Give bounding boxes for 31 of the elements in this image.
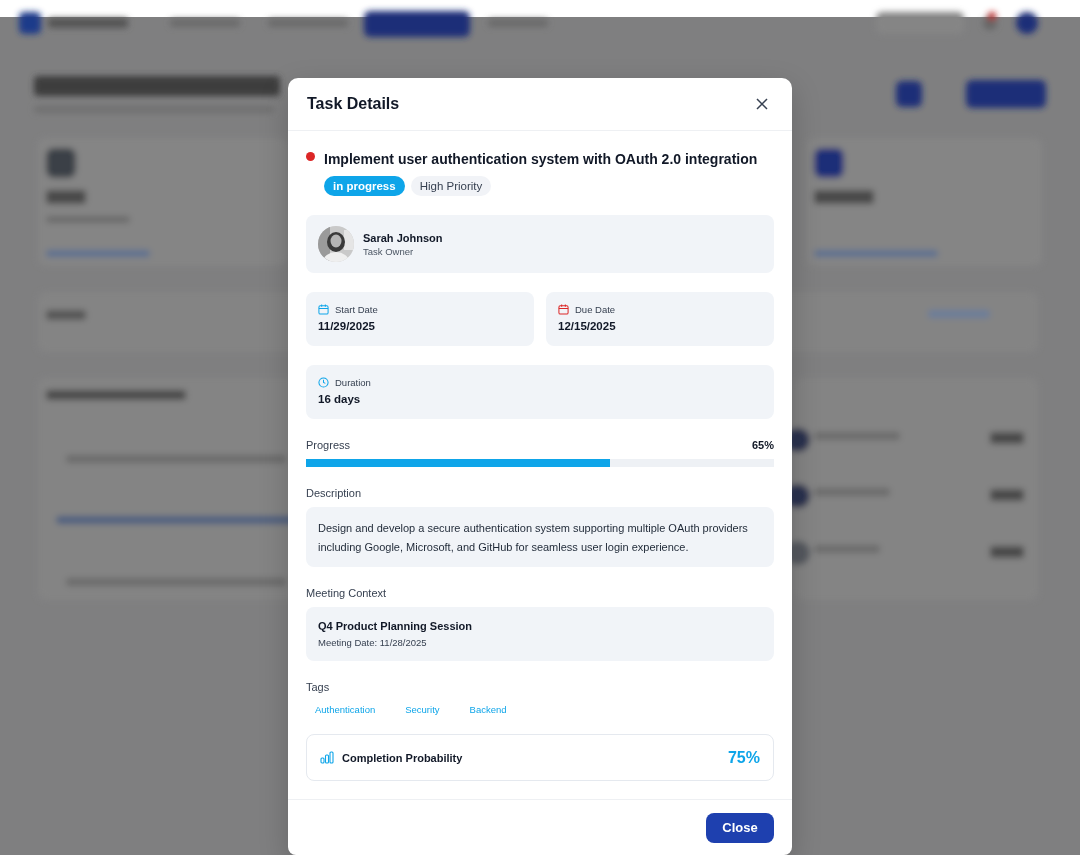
priority-dot — [306, 151, 315, 161]
bar-chart-icon — [320, 751, 334, 764]
calendar-icon — [318, 304, 329, 315]
probability-label: Completion Probability — [342, 751, 464, 764]
date-value: 12/15/2025 — [558, 320, 617, 332]
calendar-icon — [558, 304, 569, 315]
meeting-label: Meeting Context — [306, 587, 388, 599]
owner-role: Task Owner — [363, 245, 415, 257]
meeting-date: Meeting Date: 11/28/2025 — [318, 637, 428, 648]
dialog-title: Task Details — [307, 95, 400, 113]
meeting-title: Q4 Product Planning Session — [318, 620, 474, 632]
clock-icon — [318, 377, 329, 388]
description-label: Description — [306, 487, 363, 499]
status-badge: in progress — [324, 176, 405, 196]
tags-label: Tags — [306, 681, 331, 693]
tag: Authentication — [306, 701, 376, 718]
progress-reading: 65% — [751, 439, 774, 451]
priority-badge: High Priority — [410, 176, 492, 196]
owner-name: Sarah Johnson — [363, 231, 443, 244]
date-label: Start Date — [335, 304, 378, 315]
tag: Security — [396, 701, 440, 718]
tag: Backend — [460, 701, 507, 718]
description-text: Design and develop a secure authentication system supporting multiple OAuth providers including Google, Microsoft, and GitHub for seamless user login experience. — [318, 522, 748, 553]
probability-value: 75% — [727, 748, 760, 767]
duration-value: 16 days — [318, 393, 362, 405]
progress-label: Progress — [306, 439, 351, 451]
task-title: Implement user authentication system with OAuth 2.0 integration — [324, 151, 758, 167]
date-label: Due Date — [575, 304, 616, 315]
close-button[interactable]: Close — [706, 812, 774, 843]
duration-label: Duration — [335, 377, 371, 388]
date-value: 11/29/2025 — [318, 320, 376, 332]
